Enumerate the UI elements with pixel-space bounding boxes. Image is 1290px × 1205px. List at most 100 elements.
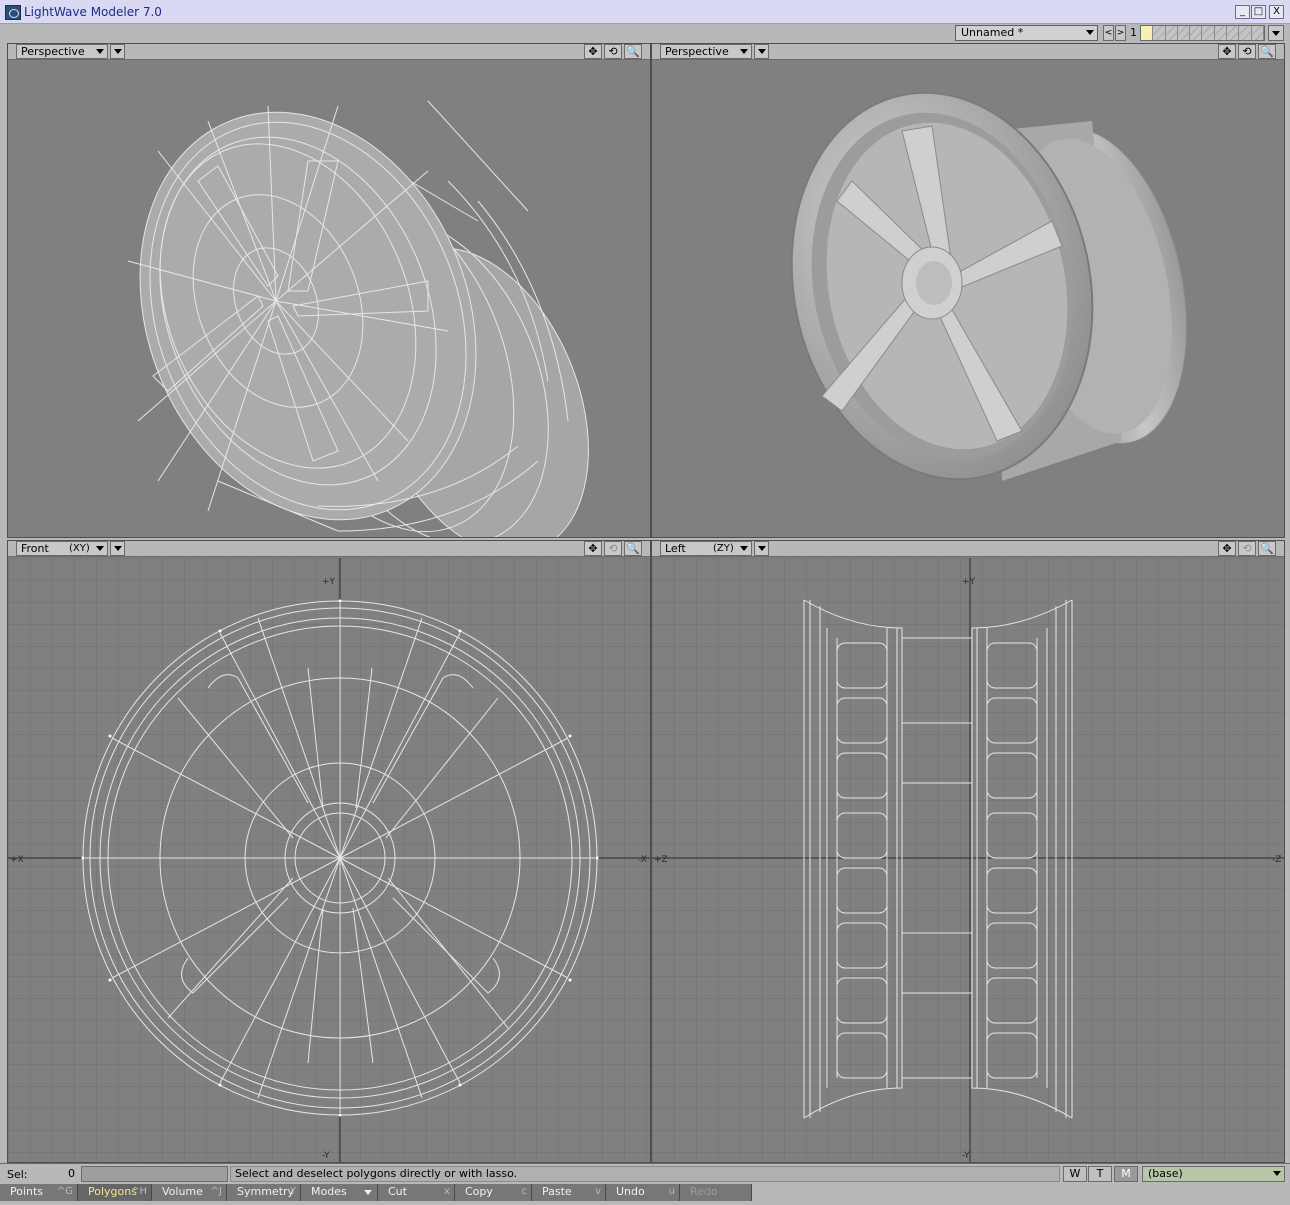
viewport-canvas[interactable] <box>8 61 650 537</box>
maximize-button[interactable]: □ <box>1251 5 1266 19</box>
move-view-icon[interactable]: ✥ <box>584 44 602 59</box>
cmd-label: Copy <box>465 1185 493 1198</box>
zoom-view-icon[interactable]: 🔍 <box>1258 44 1276 59</box>
rotate-view-icon[interactable]: ⟲ <box>604 44 622 59</box>
move-view-icon[interactable]: ✥ <box>584 541 602 556</box>
wheel-side-wireframe: +Y -Y +Z -Z <box>652 558 1284 1162</box>
view-axis-label: (XY) <box>69 543 90 554</box>
view-type-dropdown[interactable]: Perspective <box>660 44 752 59</box>
object-name: Unnamed * <box>961 26 1024 39</box>
selection-info-field <box>81 1166 228 1182</box>
points-mode-button[interactable]: Points ^G <box>0 1184 78 1201</box>
close-button[interactable]: X <box>1269 5 1284 19</box>
polygons-mode-button[interactable]: Polygons ^H <box>78 1184 152 1201</box>
rotate-view-icon[interactable]: ⟲ <box>1238 44 1256 59</box>
next-layer-button[interactable]: > <box>1115 25 1126 41</box>
viewport-top-right[interactable]: Perspective ✥ ⟲ 🔍 <box>651 43 1285 538</box>
axis-label-up: +Y <box>322 577 336 587</box>
viewport-header: Perspective ✥ ⟲ 🔍 <box>8 44 650 60</box>
cmd-shortcut: Y <box>289 1186 296 1197</box>
cmd-label: Points <box>10 1185 44 1198</box>
move-view-icon[interactable]: ✥ <box>1218 44 1236 59</box>
viewport-bottom-right[interactable]: Left (ZY) ✥ ⟲ 🔍 +Y -Y +Z -Z <box>651 540 1285 1163</box>
render-style-dropdown[interactable] <box>754 44 769 59</box>
axis-label-down: -Y <box>322 1151 330 1161</box>
object-toolbar: Unnamed * < > 1 <box>0 24 1290 43</box>
cmd-shortcut: u <box>668 1186 675 1197</box>
texture-map-button[interactable]: T <box>1088 1166 1112 1182</box>
viewport-top-left[interactable]: Perspective ✥ ⟲ 🔍 <box>7 43 651 538</box>
zoom-view-icon[interactable]: 🔍 <box>1258 541 1276 556</box>
weight-map-button[interactable]: W <box>1063 1166 1087 1182</box>
layer-button-6[interactable] <box>1202 26 1215 40</box>
layer-menu-dropdown[interactable] <box>1268 25 1284 41</box>
cmd-shortcut: c <box>521 1186 528 1197</box>
selection-label: Sel: <box>7 1168 28 1181</box>
cmd-label: Cut <box>388 1185 407 1198</box>
volume-mode-button[interactable]: Volume ^J <box>152 1184 227 1201</box>
view-type-dropdown[interactable]: Perspective <box>16 44 108 59</box>
minimize-button[interactable]: _ <box>1235 5 1250 19</box>
cmd-label: Volume <box>162 1185 203 1198</box>
modes-dropdown[interactable]: Modes <box>301 1184 378 1201</box>
rotate-view-icon: ⟲ <box>604 541 622 556</box>
viewport-header: Front (XY) ✥ ⟲ 🔍 <box>8 541 650 557</box>
view-type-dropdown[interactable]: Left (ZY) <box>660 541 752 556</box>
title-bar: LightWave Modeler 7.0 _ □ X <box>0 0 1290 24</box>
command-bar: Points ^G Polygons ^H Volume ^J Symmetry Y M… <box>0 1184 1290 1201</box>
vertex-map-select[interactable]: (base) <box>1142 1166 1285 1182</box>
cmd-label: Symmetry <box>237 1185 295 1198</box>
zoom-view-icon[interactable]: 🔍 <box>624 44 642 59</box>
cmd-shortcut: ^H <box>131 1186 147 1197</box>
view-type-dropdown[interactable]: Front (XY) <box>16 541 108 556</box>
axis-label-down: -Y <box>962 1151 970 1161</box>
axis-label-left: +X <box>10 855 24 865</box>
lightwave-modeler-window: LightWave Modeler 7.0 _ □ X Unnamed * < … <box>0 0 1290 1205</box>
cmd-shortcut: x <box>444 1186 450 1197</box>
undo-button[interactable]: Undo u <box>606 1184 680 1201</box>
copy-button[interactable]: Copy c <box>455 1184 532 1201</box>
symmetry-button[interactable]: Symmetry Y <box>227 1184 301 1201</box>
layer-button-4[interactable] <box>1177 26 1191 40</box>
redo-button: Redo <box>680 1184 752 1201</box>
selection-count: 0 <box>68 1167 75 1180</box>
chevron-down-icon <box>1273 1171 1281 1176</box>
chevron-down-icon <box>96 546 104 551</box>
cut-button[interactable]: Cut x <box>378 1184 455 1201</box>
lightwave-app-icon[interactable] <box>5 5 21 20</box>
layer-button-1[interactable] <box>1141 26 1154 40</box>
layer-button-5[interactable] <box>1190 26 1203 40</box>
object-select-dropdown[interactable]: Unnamed * <box>955 25 1098 41</box>
viewport-header: Perspective ✥ ⟲ 🔍 <box>652 44 1284 60</box>
morph-map-button[interactable]: M <box>1114 1166 1138 1182</box>
zoom-view-icon[interactable]: 🔍 <box>624 541 642 556</box>
viewport-canvas[interactable]: +Y -Y +Z -Z <box>652 558 1284 1162</box>
render-style-dropdown[interactable] <box>110 44 125 59</box>
layer-button-8[interactable] <box>1227 26 1240 40</box>
viewport-canvas[interactable] <box>652 61 1284 537</box>
viewport-bottom-left[interactable]: Front (XY) ✥ ⟲ 🔍 +Y -Y +X -X <box>7 540 651 1163</box>
chevron-down-icon <box>96 49 104 54</box>
layer-button-10[interactable] <box>1251 26 1264 40</box>
layer-button-2[interactable] <box>1153 26 1166 40</box>
layer-button-9[interactable] <box>1239 26 1252 40</box>
layer-bank-number: 1 <box>1130 26 1137 39</box>
layer-button-7[interactable] <box>1214 26 1228 40</box>
cmd-shortcut: v <box>595 1186 601 1197</box>
viewport-canvas[interactable]: +Y -Y +X -X <box>8 558 650 1162</box>
axis-label-up: +Y <box>962 577 976 587</box>
move-view-icon[interactable]: ✥ <box>1218 541 1236 556</box>
cmd-label: Polygons <box>88 1185 137 1198</box>
viewport-header: Left (ZY) ✥ ⟲ 🔍 <box>652 541 1284 557</box>
layer-button-3[interactable] <box>1165 26 1178 40</box>
status-message: Select and deselect polygons directly or… <box>230 1166 1060 1182</box>
paste-button[interactable]: Paste v <box>532 1184 606 1201</box>
prev-layer-button[interactable]: < <box>1103 25 1114 41</box>
view-axis-label: (ZY) <box>713 543 734 554</box>
layer-buttons <box>1140 25 1265 41</box>
render-style-dropdown[interactable] <box>754 541 769 556</box>
render-style-dropdown[interactable] <box>110 541 125 556</box>
wheel-wireframe-perspective <box>127 100 589 537</box>
axis-label-right: -Z <box>1272 855 1281 865</box>
vertex-map-value: (base) <box>1148 1167 1183 1180</box>
